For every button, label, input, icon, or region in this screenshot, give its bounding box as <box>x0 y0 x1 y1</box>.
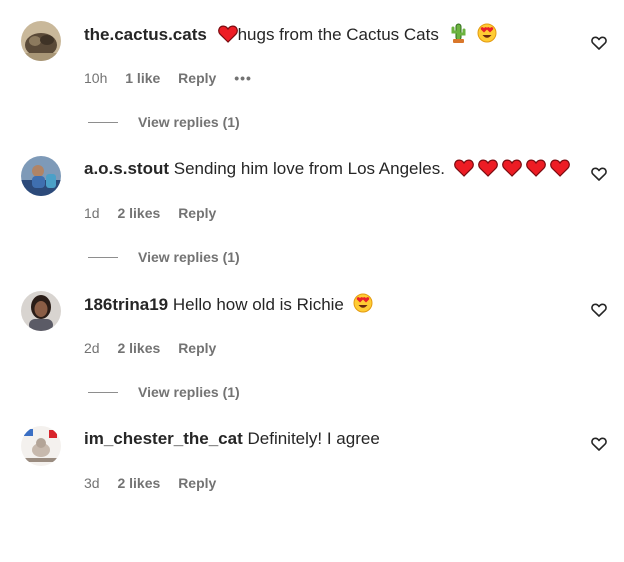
comment-username[interactable]: the.cactus.cats <box>84 25 207 44</box>
comment-time[interactable]: 10h <box>84 70 107 86</box>
comment-likes[interactable]: 2 likes <box>117 205 160 221</box>
red-heart-emoji <box>549 159 570 183</box>
comment-item: 186trina19 Hello how old is Richie 2d 2 … <box>0 291 624 427</box>
reply-button[interactable]: Reply <box>178 475 216 491</box>
comments-list: the.cactus.cats hugs from the Cactus Cat… <box>0 0 624 497</box>
red-heart-emoji <box>217 25 238 49</box>
avatar[interactable] <box>21 21 61 61</box>
comment-likes[interactable]: 1 like <box>125 70 160 86</box>
comment-time[interactable]: 2d <box>84 340 100 356</box>
heart-eyes-emoji <box>477 23 497 49</box>
like-heart-icon[interactable] <box>591 35 607 51</box>
red-heart-emoji <box>525 159 546 183</box>
comment-item: a.o.s.stout Sending him love from Los An… <box>0 156 624 292</box>
red-heart-emoji <box>477 159 498 183</box>
view-replies-label: View replies (1) <box>138 384 240 400</box>
comment-text-line: the.cactus.cats hugs from the Cactus Cat… <box>84 23 497 49</box>
comment-time[interactable]: 3d <box>84 475 100 491</box>
comment-username[interactable]: 186trina19 <box>84 295 168 314</box>
comment-username[interactable]: im_chester_the_cat <box>84 429 243 448</box>
comment-meta: 10h 1 like Reply ••• <box>84 69 266 87</box>
more-options-icon[interactable]: ••• <box>234 70 252 86</box>
comment-text-line: im_chester_the_cat Definitely! I agree <box>84 428 380 450</box>
view-replies-button[interactable]: View replies (1) <box>88 248 240 266</box>
like-heart-icon[interactable] <box>591 166 607 182</box>
comment-body: hugs from the Cactus Cats <box>237 25 439 44</box>
cactus-emoji <box>449 23 467 49</box>
comment-likes[interactable]: 2 likes <box>117 475 160 491</box>
red-heart-emoji <box>453 159 474 183</box>
comment-meta: 3d 2 likes Reply <box>84 474 230 492</box>
avatar[interactable] <box>21 291 61 331</box>
like-heart-icon[interactable] <box>591 302 607 318</box>
comment-text-line: 186trina19 Hello how old is Richie <box>84 293 373 319</box>
comment-username[interactable]: a.o.s.stout <box>84 159 169 178</box>
replies-divider <box>88 391 118 393</box>
like-heart-icon[interactable] <box>591 436 607 452</box>
red-heart-emoji <box>501 159 522 183</box>
reply-button[interactable]: Reply <box>178 340 216 356</box>
comment-item: the.cactus.cats hugs from the Cactus Cat… <box>0 21 624 157</box>
reply-button[interactable]: Reply <box>178 70 216 86</box>
comment-time[interactable]: 1d <box>84 205 100 221</box>
replies-divider <box>88 121 118 123</box>
heart-eyes-emoji <box>353 293 373 319</box>
comment-likes[interactable]: 2 likes <box>117 340 160 356</box>
comment-meta: 2d 2 likes Reply <box>84 339 230 357</box>
view-replies-label: View replies (1) <box>138 249 240 265</box>
reply-button[interactable]: Reply <box>178 205 216 221</box>
view-replies-button[interactable]: View replies (1) <box>88 383 240 401</box>
avatar[interactable] <box>21 426 61 466</box>
comment-body: Sending him love from Los Angeles. <box>173 159 445 178</box>
replies-divider <box>88 256 118 258</box>
comment-body: Definitely! I agree <box>247 429 380 448</box>
comment-body: Hello how old is Richie <box>172 295 344 314</box>
view-replies-label: View replies (1) <box>138 114 240 130</box>
comment-item: im_chester_the_cat Definitely! I agree 3… <box>0 426 624 562</box>
comment-text-line: a.o.s.stout Sending him love from Los An… <box>84 158 570 183</box>
view-replies-button[interactable]: View replies (1) <box>88 113 240 131</box>
comment-meta: 1d 2 likes Reply <box>84 204 230 222</box>
avatar[interactable] <box>21 156 61 196</box>
